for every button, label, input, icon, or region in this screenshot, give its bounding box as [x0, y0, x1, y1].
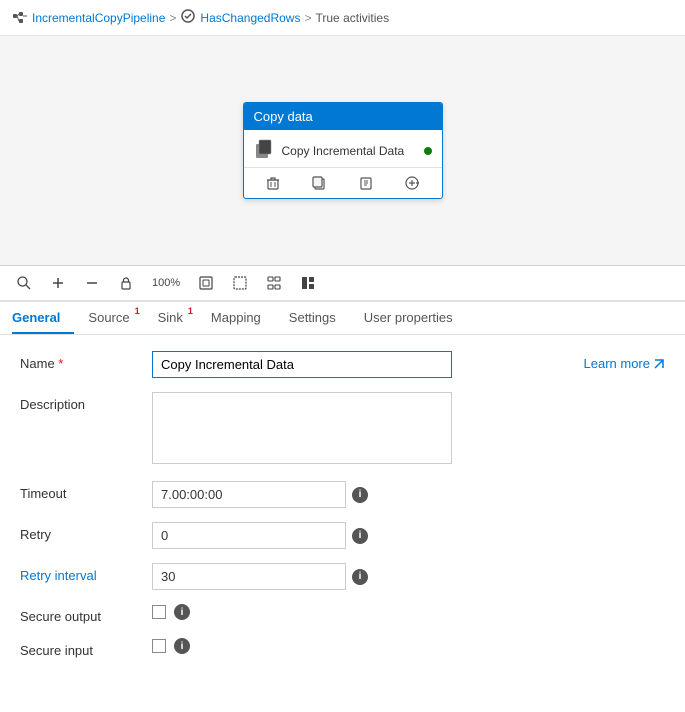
name-row-right: Learn more [152, 351, 665, 378]
secure-input-row: Secure input i [20, 638, 665, 658]
remove-button[interactable] [80, 272, 104, 294]
secure-input-checkbox[interactable] [152, 639, 166, 653]
secure-output-control: i [152, 604, 190, 620]
retry-row: Retry i [20, 522, 665, 549]
retry-info-icon[interactable]: i [352, 528, 368, 544]
name-row: Name Learn more [20, 351, 665, 378]
activity-name-text: Copy Incremental Data [282, 144, 418, 158]
layout-button[interactable] [296, 272, 320, 294]
timeout-label: Timeout [20, 481, 140, 501]
tab-general[interactable]: General [12, 302, 74, 334]
secure-input-label: Secure input [20, 638, 140, 658]
sink-badge: 1 [188, 306, 193, 316]
activity-icons [254, 138, 276, 163]
zoom-button[interactable]: 100% [148, 274, 184, 292]
timeout-control: i [152, 481, 368, 508]
pipeline-icon [12, 10, 28, 26]
retry-interval-label: Retry interval [20, 563, 140, 583]
clone-button[interactable] [308, 172, 330, 194]
search-button[interactable] [12, 272, 36, 294]
learn-more-link[interactable]: Learn more [584, 351, 665, 371]
retry-interval-control: i [152, 563, 368, 590]
activity-body: Copy Incremental Data [244, 130, 442, 167]
breadcrumb-sep1: > [169, 11, 176, 25]
canvas-toolbar: 100% [0, 266, 685, 302]
retry-interval-row: Retry interval i [20, 563, 665, 590]
add-button[interactable] [46, 272, 70, 294]
breadcrumb: IncrementalCopyPipeline > HasChangedRows… [0, 0, 685, 36]
activity-status-dot [424, 147, 432, 155]
retry-interval-input[interactable] [152, 563, 346, 590]
add-activity-button[interactable] [401, 172, 423, 194]
retry-interval-info-icon[interactable]: i [352, 569, 368, 585]
canvas-area: Copy data Copy Incremental Data [0, 36, 685, 266]
name-label: Name [20, 351, 140, 371]
fit-button[interactable] [194, 272, 218, 294]
copy-icon [254, 138, 276, 163]
activity-header: Copy data [244, 103, 442, 130]
activity-node[interactable]: Copy data Copy Incremental Data [243, 102, 443, 199]
secure-input-info-icon[interactable]: i [174, 638, 190, 654]
description-input[interactable] [152, 392, 452, 464]
tab-source[interactable]: Source 1 [74, 302, 143, 334]
tabs-bar: General Source 1 Sink 1 Mapping Settings… [0, 302, 685, 335]
arrange-button[interactable] [262, 272, 286, 294]
retry-label: Retry [20, 522, 140, 542]
activity-link[interactable]: HasChangedRows [200, 11, 300, 25]
secure-output-checkbox[interactable] [152, 605, 166, 619]
delete-button[interactable] [262, 172, 284, 194]
secure-output-info-icon[interactable]: i [174, 604, 190, 620]
description-row: Description [20, 392, 665, 467]
select-button[interactable] [228, 272, 252, 294]
breadcrumb-sep2: > [304, 11, 311, 25]
name-input[interactable] [152, 351, 452, 378]
pipeline-link[interactable]: IncrementalCopyPipeline [32, 11, 165, 25]
timeout-input[interactable] [152, 481, 346, 508]
secure-input-control: i [152, 638, 190, 654]
retry-control: i [152, 522, 368, 549]
timeout-row: Timeout i [20, 481, 665, 508]
secure-output-row: Secure output i [20, 604, 665, 624]
lock-button[interactable] [114, 272, 138, 294]
secure-output-label: Secure output [20, 604, 140, 624]
description-label: Description [20, 392, 140, 412]
tab-user-properties[interactable]: User properties [350, 302, 467, 334]
timeout-info-icon[interactable]: i [352, 487, 368, 503]
form-area: Name Learn more Description Timeout i R [0, 335, 685, 688]
description-control [152, 392, 452, 467]
activity-icon [180, 8, 196, 27]
tab-sink[interactable]: Sink 1 [144, 302, 197, 334]
copy-button[interactable] [355, 172, 377, 194]
source-badge: 1 [135, 306, 140, 316]
breadcrumb-section: True activities [316, 11, 390, 25]
tab-mapping[interactable]: Mapping [197, 302, 275, 334]
tab-settings[interactable]: Settings [275, 302, 350, 334]
activity-toolbar [244, 167, 442, 198]
retry-input[interactable] [152, 522, 346, 549]
